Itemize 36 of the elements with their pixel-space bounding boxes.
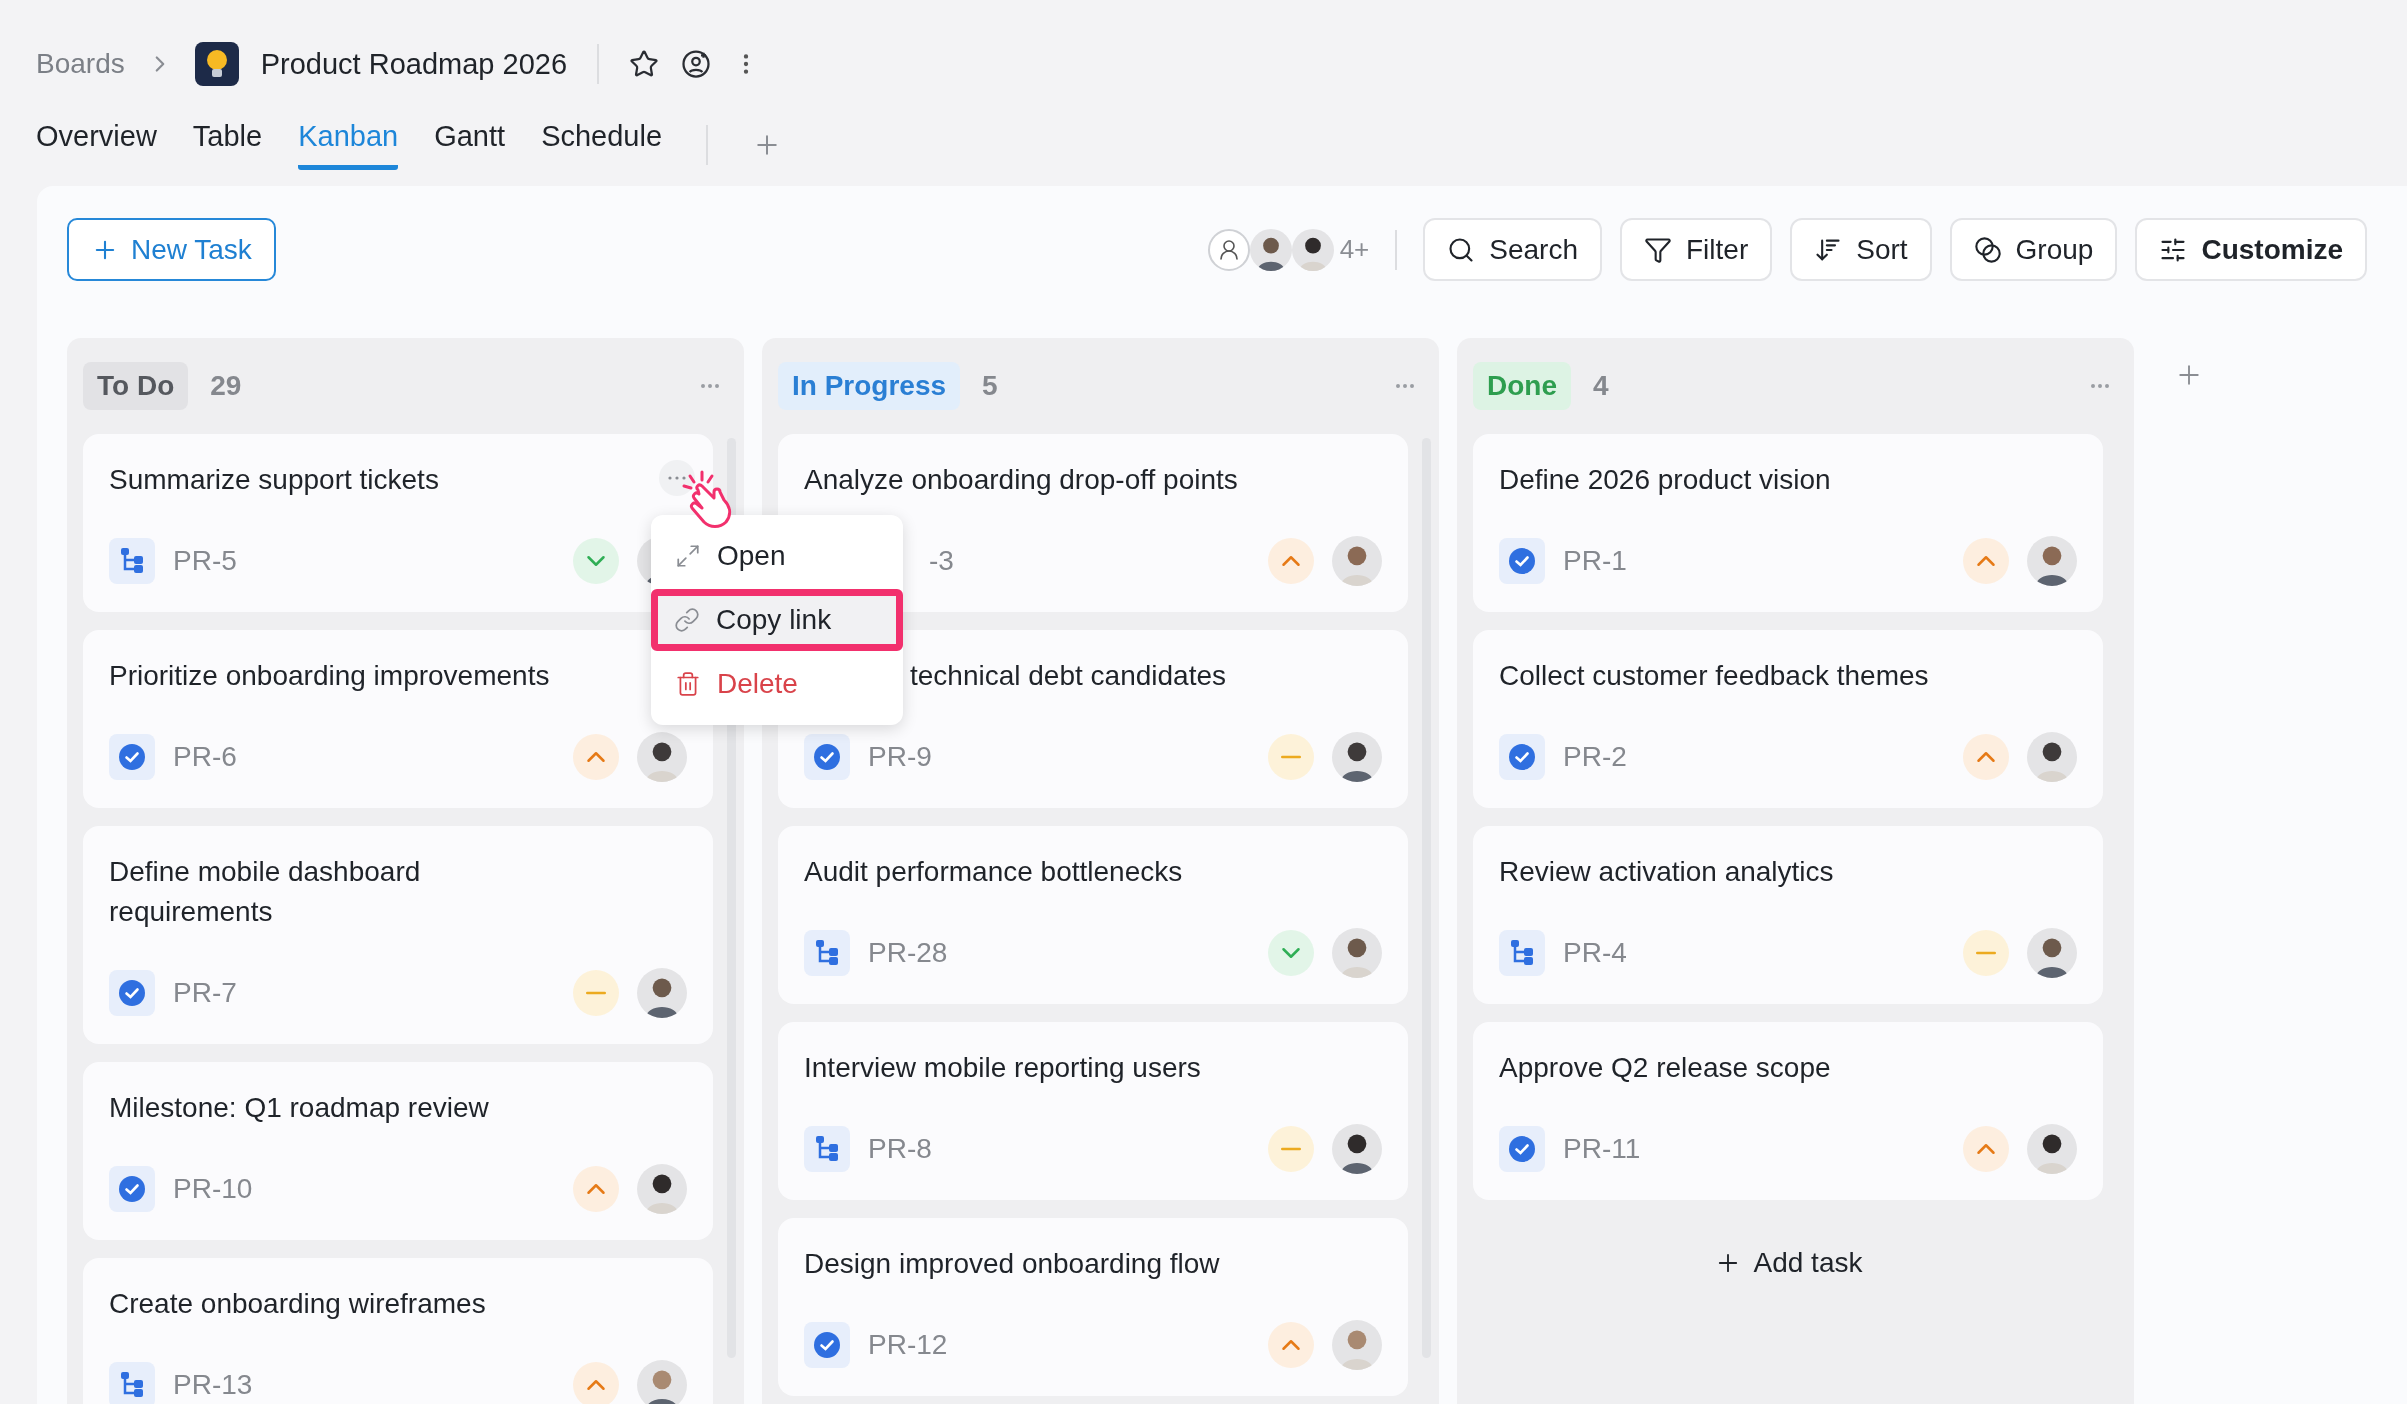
task-id: PR-9: [868, 741, 933, 773]
task-title: Analyze onboarding drop-off points: [804, 463, 1238, 497]
status-label: In Progress: [778, 362, 961, 410]
task-id: PR-13: [173, 1369, 254, 1401]
task-id: PR-6: [173, 741, 238, 773]
task-title: Define 2026 product vision: [1499, 463, 1831, 497]
member-count: 4+: [1339, 234, 1370, 265]
status-label: To Do: [83, 362, 189, 410]
task-id: PR-1: [1563, 545, 1628, 577]
task-id: PR-8: [868, 1133, 933, 1165]
task-id: -3: [929, 545, 955, 577]
task-count: 5: [982, 370, 999, 402]
task-title: Prioritize onboarding improvements: [109, 659, 550, 693]
task-title: Audit performance bottlenecks: [804, 855, 1183, 889]
task-count: 4: [1593, 370, 1610, 402]
task-title: Collect customer feedback themes: [1499, 659, 1929, 693]
task-id: PR-5: [173, 545, 238, 577]
task-title: Design improved onboarding flow: [804, 1247, 1220, 1281]
task-title: Review activation analytics: [1499, 855, 1834, 889]
task-id: PR-2: [1563, 741, 1628, 773]
task-id: PR-28: [868, 937, 949, 969]
task-id: PR-12: [868, 1329, 949, 1361]
task-id: PR-7: [173, 977, 238, 1009]
task-count: 29: [210, 370, 243, 402]
task-title: Summarize support tickets: [109, 463, 439, 497]
task-title: Create onboarding wireframes: [109, 1287, 486, 1321]
task-title: Define mobile dashboard requirements: [109, 855, 422, 929]
status-label: Done: [1473, 362, 1571, 410]
task-title: Interview mobile reporting users: [804, 1051, 1201, 1085]
task-title: technical debt candidates: [910, 659, 1226, 693]
task-title: Approve Q2 release scope: [1499, 1051, 1831, 1085]
task-title: Milestone: Q1 roadmap review: [109, 1091, 489, 1125]
task-id: PR-11: [1563, 1133, 1642, 1165]
board-title: Product Roadmap 2026: [260, 47, 568, 81]
task-id: PR-4: [1563, 937, 1628, 969]
task-id: PR-10: [173, 1173, 254, 1205]
